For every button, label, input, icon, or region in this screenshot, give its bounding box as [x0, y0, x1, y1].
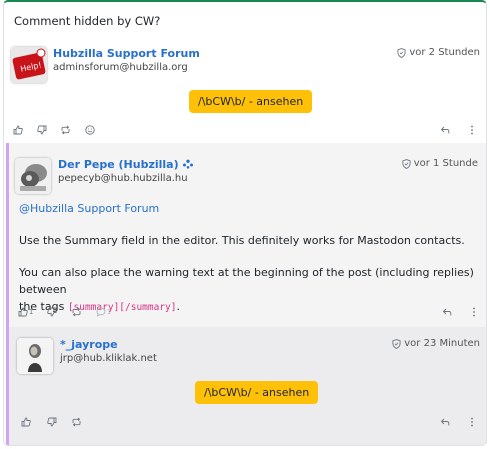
post-time[interactable]: vor 2 Stunden	[397, 47, 480, 58]
thumbs-up-icon	[21, 417, 31, 427]
thumbs-up-icon	[18, 307, 28, 317]
mention-link[interactable]: @Hubzilla Support Forum	[19, 200, 159, 217]
conversation-card: Comment hidden by CW? Help! Hubzilla Sup…	[3, 0, 487, 446]
more-vertical-icon	[471, 125, 473, 135]
more-options-button[interactable]	[472, 307, 476, 317]
avatar[interactable]: Help!	[11, 47, 47, 83]
post-actions	[9, 417, 486, 433]
like-count: 1	[29, 308, 34, 316]
post-actions: 1 1	[9, 307, 486, 323]
more-vertical-icon	[473, 307, 475, 317]
post-der-pepe: Der Pepe (Hubzilla) pepecyb@hub.hubzilla…	[6, 143, 486, 327]
repeat-icon	[72, 307, 81, 317]
shield-icon	[392, 338, 401, 349]
more-options-button[interactable]	[470, 125, 474, 135]
emoji-button[interactable]	[85, 125, 95, 135]
mention-text[interactable]: @Hubzilla Support Forum	[19, 202, 159, 215]
comment-icon	[96, 307, 106, 317]
more-vertical-icon	[471, 417, 473, 427]
reply-icon	[442, 308, 452, 316]
like-button[interactable]: 1	[18, 307, 33, 317]
content-warning-button[interactable]: /\bCW\b/ - ansehen	[195, 381, 319, 404]
post-time-text: vor 1 Stunde	[413, 158, 478, 169]
dislike-button[interactable]	[47, 307, 57, 317]
post-hubzilla-support: Help! Hubzilla Support Forum adminsforum…	[4, 37, 486, 143]
smile-icon	[85, 125, 95, 135]
group-icon	[183, 159, 194, 169]
author-name[interactable]: *_jayrope	[60, 338, 118, 351]
reply-count: 1	[107, 308, 112, 316]
post-time-text: vor 23 Minuten	[404, 338, 480, 349]
post-paragraph-1: Use the Summary field in the editor. Thi…	[19, 234, 465, 247]
post-actions	[4, 125, 486, 141]
thumbs-up-icon	[13, 125, 23, 135]
more-options-button[interactable]	[470, 417, 474, 427]
reply-icon	[440, 418, 450, 426]
reply-icon	[440, 126, 450, 134]
repeat-button[interactable]	[71, 417, 82, 427]
shield-icon	[397, 47, 406, 58]
post-time[interactable]: vor 1 Stunde	[402, 158, 478, 169]
reply-button[interactable]	[440, 125, 450, 135]
content-warning-button[interactable]: /\bCW\b/ - ansehen	[189, 90, 313, 113]
author-name[interactable]: Hubzilla Support Forum	[53, 47, 200, 60]
like-button[interactable]	[13, 125, 23, 135]
thumbs-down-icon	[37, 125, 47, 135]
conversation-title: Comment hidden by CW?	[14, 14, 161, 28]
comment-button[interactable]: 1	[96, 307, 111, 317]
repeat-button[interactable]	[60, 125, 71, 135]
post-time-text: vor 2 Stunden	[409, 47, 480, 58]
dislike-button[interactable]	[47, 417, 57, 427]
post-time[interactable]: vor 23 Minuten	[392, 338, 480, 349]
author-name-text: Der Pepe (Hubzilla)	[58, 158, 179, 171]
repeat-button[interactable]	[71, 307, 82, 317]
reply-button[interactable]	[442, 307, 452, 317]
author-name[interactable]: Der Pepe (Hubzilla)	[58, 158, 194, 171]
thumbs-down-icon	[47, 307, 57, 317]
avatar[interactable]	[17, 338, 53, 374]
reply-button[interactable]	[440, 417, 450, 427]
thumbs-down-icon	[47, 417, 57, 427]
post-jayrope: *_jayrope jrp@hub.kliklak.net vor 23 Min…	[6, 327, 486, 445]
shield-icon	[402, 158, 411, 169]
like-button[interactable]	[21, 417, 31, 427]
author-address: pepecyb@hub.hubzilla.hu	[58, 173, 188, 184]
repeat-icon	[61, 125, 70, 135]
paragraph-text-a: You can also place the warning text at t…	[19, 266, 474, 296]
author-address: adminsforum@hubzilla.org	[53, 62, 188, 73]
dislike-button[interactable]	[37, 125, 47, 135]
repeat-icon	[72, 417, 81, 427]
avatar[interactable]	[15, 158, 51, 194]
author-address: jrp@hub.kliklak.net	[60, 353, 157, 364]
